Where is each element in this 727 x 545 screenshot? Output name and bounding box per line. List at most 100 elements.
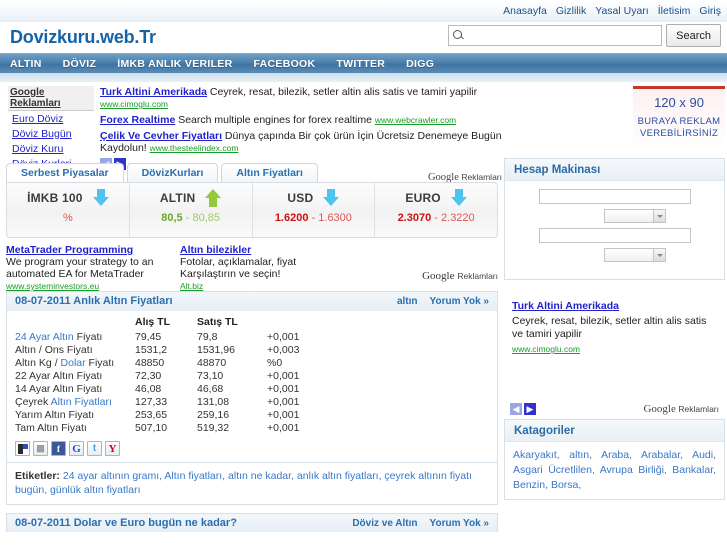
row-sell: 259,16 <box>197 408 267 421</box>
ad-entry-title[interactable]: Turk Altini Amerikada <box>512 300 717 313</box>
ad-entry-title[interactable]: Altın bilezikler <box>180 244 346 256</box>
row-sell: 48870 <box>197 356 267 369</box>
ad-entry-desc: Ceyrek, resat, bilezik, setler altin ali… <box>512 315 706 340</box>
article-comments[interactable]: Yorum Yok » <box>430 296 489 307</box>
utility-link-gizlilik[interactable]: Gizlilik <box>556 5 586 17</box>
nav-item-twitter[interactable]: TWITTER <box>336 58 385 70</box>
search-button[interactable]: Search <box>666 24 721 47</box>
ad-related-link-2[interactable]: Döviz Bugün <box>8 126 94 141</box>
market-ticker: İMKB 100 % ALTIN 80,5 - 80,85 <box>6 182 498 238</box>
search-box[interactable] <box>448 25 662 46</box>
calculator-currency-select-2[interactable] <box>604 248 666 262</box>
ad-entry-url[interactable]: www.systeminvestors.eu <box>6 280 172 291</box>
category-link[interactable]: Arabalar, <box>641 449 683 461</box>
category-link[interactable]: Akaryakıt, <box>513 449 560 461</box>
row-sell: 79,8 <box>197 330 267 343</box>
utility-link-giris[interactable]: Giriş <box>699 5 721 17</box>
site-logo[interactable]: Dovizkuru.web.Tr <box>10 27 156 48</box>
search-input[interactable] <box>464 27 661 44</box>
banner-ad-line2: VEREBİLİRSİNİZ <box>633 128 725 140</box>
ticker-sep: - <box>186 212 190 224</box>
calculator-amount-input-2[interactable] <box>539 228 691 243</box>
sidebar: 120 x 90 BURAYA REKLAM VEREBİLİRSİNİZ He… <box>502 82 725 532</box>
table-row: Çeyrek Altın Fiyatları 127,33 131,08 +0,… <box>15 395 299 408</box>
nav-item-doviz[interactable]: DÖVIZ <box>63 58 97 70</box>
ad-entry: Turk Altini Amerikada Ceyrek, resat, bil… <box>100 86 502 110</box>
nav-item-altin[interactable]: ALTIN <box>10 58 42 70</box>
yahoo-icon[interactable]: Y <box>105 441 120 456</box>
category-link[interactable]: Audi, <box>692 449 716 461</box>
bookmark-icon[interactable]: ▩ <box>33 441 48 456</box>
article-comments[interactable]: Yorum Yok » <box>430 518 489 529</box>
sidebar-ad-block: Turk Altini Amerikada Ceyrek, resat, bil… <box>504 286 725 419</box>
google-icon[interactable]: G <box>69 441 84 456</box>
row-buy: 1531,2 <box>135 343 197 356</box>
category-link[interactable]: altın, <box>569 449 592 461</box>
ad-related-link-3[interactable]: Döviz Kuru <box>8 141 94 156</box>
ad-entry-desc: Search multiple engines for forex realti… <box>178 114 372 126</box>
row-name-link[interactable]: Dolar <box>61 357 86 369</box>
ad-entry-url[interactable]: www.thesteelindex.com <box>150 143 239 153</box>
site-header: Dovizkuru.web.Tr Search <box>0 22 727 53</box>
nav-item-imkb[interactable]: İMKB ANLIK VERILER <box>117 58 232 70</box>
ad-entry-url[interactable]: www.webcrawler.com <box>375 115 456 125</box>
ad-entry-title[interactable]: MetaTrader Programming <box>6 244 172 256</box>
ad-entry-title[interactable]: Forex Realtime <box>100 114 175 126</box>
ad-entry-title[interactable]: Turk Altini Amerikada <box>100 86 207 98</box>
facebook-icon[interactable]: f <box>51 441 66 456</box>
google-ads-sub: Reklamları <box>678 404 719 414</box>
category-link[interactable]: Avrupa <box>600 464 633 476</box>
ad-entry-title[interactable]: Çelik Ve Cevher Fiyatları <box>100 130 222 142</box>
category-link[interactable]: Asgari <box>513 464 543 476</box>
utility-link-iletisim[interactable]: İletisim <box>658 5 691 17</box>
ad-entry-url[interactable]: Alt.biz <box>180 280 346 291</box>
category-link[interactable]: Bankalar, <box>672 464 716 476</box>
tab-doviz-kurlari[interactable]: DövizKurları <box>127 163 219 182</box>
article-title[interactable]: 08-07-2011 Anlık Altın Fiyatları <box>15 295 173 307</box>
banner-ad-text: BURAYA REKLAM VEREBİLİRSİNİZ <box>633 116 725 140</box>
article-title[interactable]: 08-07-2011 Dolar ve Euro bugün ne kadar? <box>15 517 237 529</box>
widget-title: Katagoriler <box>505 420 724 442</box>
nav-item-facebook[interactable]: FACEBOOK <box>254 58 316 70</box>
chevron-right-icon[interactable]: ▶ <box>524 403 536 415</box>
ad-entry-desc: Ceyrek, resat, bilezik, setler altin ali… <box>210 86 477 98</box>
utility-link-anasayfa[interactable]: Anasayfa <box>503 5 547 17</box>
calculator-body <box>505 181 724 279</box>
arrow-down-icon <box>93 188 109 208</box>
article-category[interactable]: altın <box>397 296 418 307</box>
share-icon[interactable] <box>15 441 30 456</box>
row-buy: 127,33 <box>135 395 197 408</box>
tab-serbest-piyasalar[interactable]: Serbest Piyasalar <box>6 163 124 182</box>
twitter-icon[interactable]: t <box>87 441 102 456</box>
article-meta: altın Yorum Yok » <box>397 296 489 307</box>
category-link[interactable]: Ücretlilen, <box>548 464 595 476</box>
nav-item-digg[interactable]: DIGG <box>406 58 434 70</box>
tab-altin-fiyatlari[interactable]: Altın Fiyatları <box>221 163 318 182</box>
article-category[interactable]: Döviz ve Altın <box>352 518 417 529</box>
ticker-sell: % <box>63 212 73 224</box>
banner-ad-120x90[interactable]: 120 x 90 BURAYA REKLAM VEREBİLİRSİNİZ <box>633 86 725 150</box>
category-link[interactable]: Benzin, <box>513 479 548 491</box>
utility-link-yasal-uyari[interactable]: Yasal Uyarı <box>595 5 649 17</box>
row-name-rest: Fiyatı <box>74 331 103 343</box>
ticker-label: EURO <box>405 191 440 205</box>
row-sell: 46,68 <box>197 382 267 395</box>
ad-related-link-1[interactable]: Euro Döviz <box>8 111 94 126</box>
tags-list[interactable]: 24 ayar altının gramı, Altın fiyatları, … <box>15 470 472 496</box>
ad-entry: Turk Altini Amerikada Ceyrek, resat, bil… <box>504 286 725 364</box>
calculator-amount-input-1[interactable] <box>539 189 691 204</box>
row-name-link[interactable]: Altın Fiyatları <box>51 396 112 408</box>
category-link[interactable]: Borsa, <box>551 479 581 491</box>
ad-entry-url[interactable]: www.cimoglu.com <box>100 99 168 109</box>
chevron-left-icon[interactable]: ◀ <box>510 403 522 415</box>
calculator-currency-select-1[interactable] <box>604 209 666 223</box>
ad-entry-url[interactable]: www.cimoglu.com <box>512 343 717 356</box>
row-name-link[interactable]: 24 Ayar Altın <box>15 331 74 343</box>
category-link[interactable]: Araba, <box>601 449 632 461</box>
category-link[interactable]: Birliği, <box>638 464 667 476</box>
mid-ad-block: MetaTrader Programming We program your s… <box>6 244 498 291</box>
row-buy: 507,10 <box>135 421 197 434</box>
main-nav: ALTIN DÖVIZ İMKB ANLIK VERILER FACEBOOK … <box>0 53 727 73</box>
ad-listing: Turk Altini Amerikada Ceyrek, resat, bil… <box>94 86 502 160</box>
row-name: 14 Ayar Altın Fiyatı <box>15 382 135 395</box>
